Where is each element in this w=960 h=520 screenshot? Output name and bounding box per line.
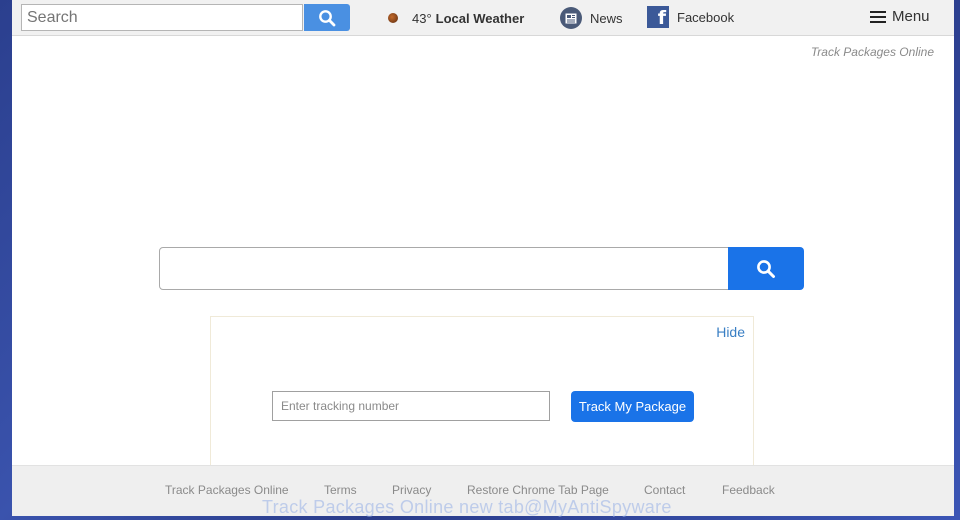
news-link[interactable]: News	[560, 7, 623, 29]
footer-link-privacy[interactable]: Privacy	[392, 483, 431, 497]
browser-page: 43° Local Weather News f Facebook	[12, 0, 954, 516]
weather-widget[interactable]: 43° Local Weather	[388, 9, 524, 27]
tracking-number-input[interactable]: Enter tracking number	[272, 391, 550, 421]
top-search-button[interactable]	[304, 4, 350, 31]
hide-link[interactable]: Hide	[716, 324, 745, 340]
facebook-label: Facebook	[677, 9, 735, 25]
top-search-input[interactable]	[21, 4, 303, 31]
main-search-button[interactable]	[728, 247, 804, 290]
track-package-button[interactable]: Track My Package	[571, 391, 694, 422]
footer-link-contact[interactable]: Contact	[644, 483, 685, 497]
news-icon	[560, 7, 582, 29]
facebook-link[interactable]: f Facebook	[647, 6, 734, 28]
menu-icon	[870, 10, 886, 23]
search-icon	[757, 259, 775, 278]
footer-link-terms[interactable]: Terms	[324, 483, 357, 497]
news-label: News	[590, 10, 623, 26]
weather-label: Local Weather	[435, 10, 525, 26]
menu-label: Menu	[892, 8, 930, 25]
main-search-input[interactable]	[159, 247, 729, 290]
weather-temperature: 43°	[412, 10, 432, 26]
watermark-text: Track Packages Online new tab@MyAntiSpyw…	[262, 497, 672, 517]
menu-button[interactable]: Menu	[870, 8, 930, 25]
footer-link-track-packages[interactable]: Track Packages Online	[165, 483, 289, 497]
tracking-widget: Hide Enter tracking number Track My Pack…	[210, 316, 754, 476]
brand-tagline: Track Packages Online	[810, 45, 934, 59]
weather-icon	[388, 13, 398, 23]
footer-link-restore-chrome[interactable]: Restore Chrome Tab Page	[467, 483, 609, 497]
footer-link-feedback[interactable]: Feedback	[722, 483, 775, 497]
search-icon	[319, 9, 336, 26]
facebook-icon: f	[647, 6, 669, 28]
top-toolbar: 43° Local Weather News f Facebook	[12, 0, 954, 36]
